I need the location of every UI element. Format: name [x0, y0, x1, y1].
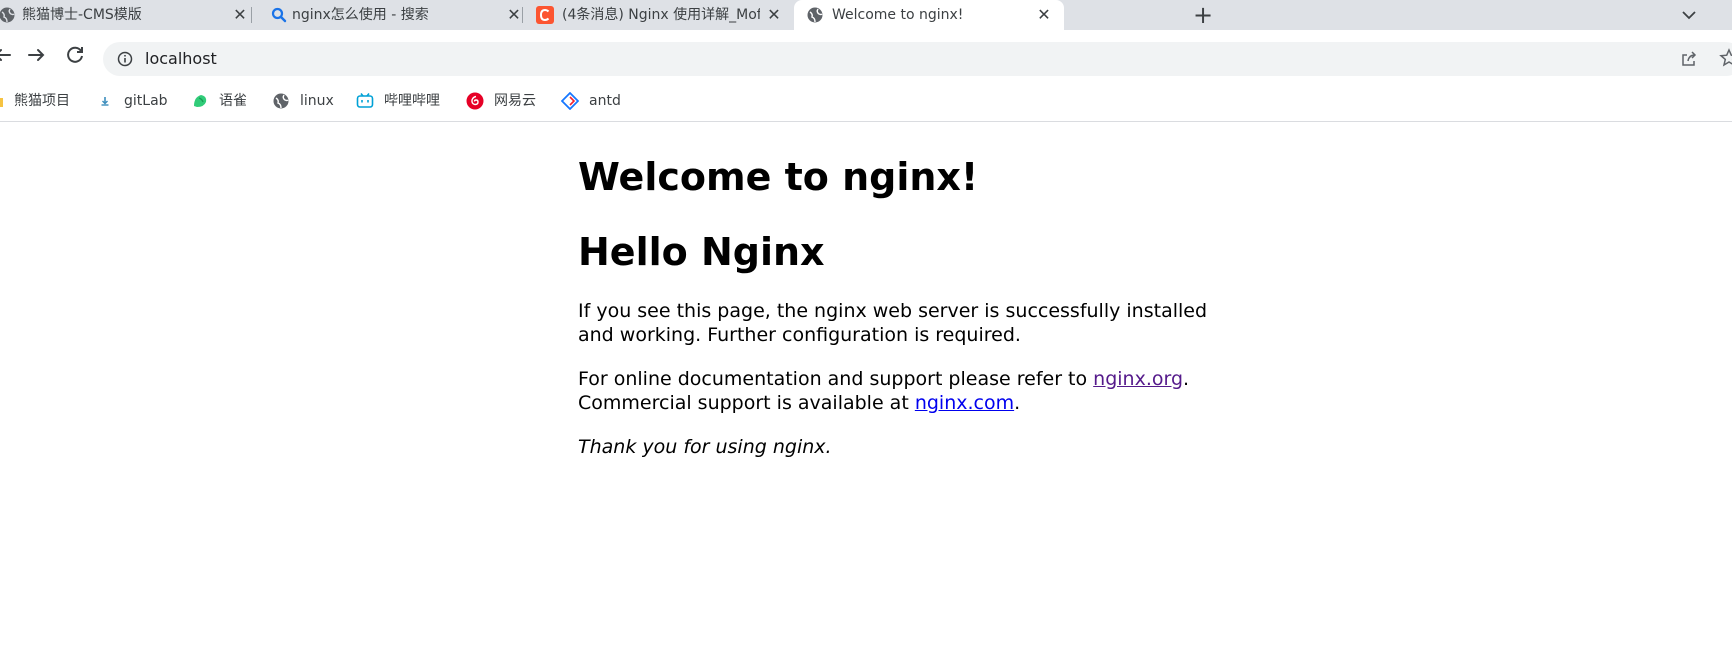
bookmark-label: 熊猫项目	[14, 93, 70, 109]
new-tab-button[interactable]: +	[1190, 2, 1216, 28]
tab-separator	[251, 7, 252, 23]
tab-cms-template[interactable]: 熊猫博士-CMS模版 ✕	[0, 0, 260, 30]
docs-text: For online documentation and support ple…	[578, 368, 1094, 390]
forward-arrow-icon[interactable]	[23, 42, 49, 68]
globe-icon	[273, 93, 289, 109]
netease-music-icon	[466, 92, 484, 110]
bilibili-icon	[356, 93, 374, 108]
bookmark-label: 语雀	[219, 93, 247, 109]
tab-nginx-search[interactable]: nginx怎么使用 - 搜索 ✕	[258, 0, 544, 30]
address-bar[interactable]: localhost	[103, 42, 1732, 76]
tab-csdn-nginx[interactable]: (4条消息) Nginx 使用详解_Mof_ ✕	[526, 0, 794, 30]
close-icon[interactable]: ✕	[764, 5, 784, 25]
bookmark-bilibili[interactable]: 哔哩哔哩	[356, 90, 452, 112]
gitlab-icon	[101, 97, 109, 106]
chevron-down-icon[interactable]	[1677, 3, 1701, 27]
globe-icon	[0, 7, 15, 23]
csdn-icon	[536, 6, 554, 24]
tab-separator	[522, 7, 523, 23]
tab-title: Welcome to nginx!	[832, 7, 964, 23]
tab-welcome-nginx[interactable]: Welcome to nginx! ✕	[794, 0, 1064, 30]
bookmark-antd[interactable]: antd	[561, 90, 631, 112]
bookmark-label: 哔哩哔哩	[384, 93, 440, 109]
antd-icon	[561, 92, 579, 110]
bookmark-netease-music[interactable]: 网易云	[466, 90, 550, 112]
bookmark-gitlab[interactable]: gitLab	[96, 90, 176, 112]
tab-title: nginx怎么使用 - 搜索	[292, 7, 429, 23]
close-icon[interactable]: ✕	[1034, 5, 1054, 25]
bookmark-panda-project[interactable]: 熊猫项目	[0, 90, 86, 112]
docs-paragraph: For online documentation and support ple…	[578, 367, 1218, 415]
bookmark-star-icon[interactable]	[1719, 48, 1732, 68]
close-icon[interactable]: ✕	[504, 5, 524, 25]
bookmark-linux[interactable]: linux	[272, 90, 342, 112]
docs-punct: .	[1183, 368, 1190, 390]
tab-strip: 熊猫博士-CMS模版 ✕ nginx怎么使用 - 搜索 ✕ (4条消息) Ngi…	[0, 0, 1732, 30]
browser-toolbar: localhost	[0, 30, 1732, 80]
info-icon[interactable]	[117, 51, 133, 67]
bookmark-label: antd	[589, 93, 621, 109]
yuque-icon	[194, 95, 207, 107]
reload-icon[interactable]	[62, 42, 88, 68]
nginx-com-link[interactable]: nginx.com	[915, 392, 1014, 414]
bookmark-yuque[interactable]: 语雀	[191, 90, 261, 112]
commercial-text: Commercial support is available at	[578, 392, 915, 414]
search-icon	[271, 7, 287, 23]
page-heading-hello: Hello Nginx	[578, 230, 825, 274]
bookmark-label: linux	[300, 93, 334, 109]
intro-paragraph: If you see this page, the nginx web serv…	[578, 300, 1208, 346]
thank-you-text: Thank you for using nginx.	[578, 436, 832, 458]
share-icon[interactable]	[1679, 49, 1699, 69]
bookmark-label: gitLab	[124, 93, 168, 109]
bookmarks-bar: 熊猫项目 gitLab 语雀 linux 哔哩哔哩 网易云 antd	[0, 80, 1732, 122]
url-text[interactable]: localhost	[145, 49, 217, 69]
page-heading: Welcome to nginx!	[578, 155, 979, 199]
nginx-org-link[interactable]: nginx.org	[1093, 368, 1183, 390]
globe-icon	[807, 7, 823, 23]
tab-title: (4条消息) Nginx 使用详解_Mof_	[562, 7, 760, 23]
close-icon[interactable]: ✕	[230, 5, 250, 25]
back-arrow-icon[interactable]	[0, 42, 16, 68]
web-page-content: Welcome to nginx! Hello Nginx If you see…	[0, 123, 1732, 649]
commercial-punct: .	[1014, 392, 1021, 414]
tab-title: 熊猫博士-CMS模版	[22, 7, 142, 23]
folder-icon	[0, 98, 3, 107]
bookmark-label: 网易云	[494, 93, 536, 109]
